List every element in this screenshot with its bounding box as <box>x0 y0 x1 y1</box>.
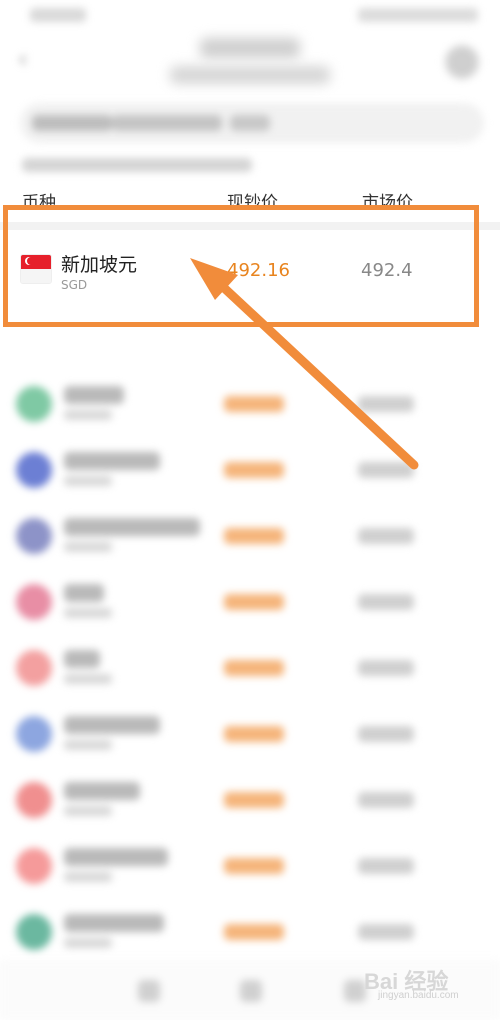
flag-icon <box>16 650 52 686</box>
market-price-value <box>358 528 414 544</box>
currency-name <box>64 386 124 404</box>
market-price-value <box>358 660 414 676</box>
info-line <box>22 158 252 172</box>
market-price-value <box>358 726 414 742</box>
currency-code <box>64 542 112 552</box>
baidu-watermark: Bai 经验 jingyan.baidu.com <box>364 964 484 1004</box>
currency-code <box>64 410 112 420</box>
cash-price-value <box>224 462 284 478</box>
cash-price-value <box>224 924 284 940</box>
cash-price-value <box>224 396 284 412</box>
currency-code <box>64 938 112 948</box>
currency-row[interactable] <box>0 900 500 966</box>
nav-title <box>200 38 300 58</box>
cash-price-value <box>224 726 284 742</box>
market-price-value <box>358 396 414 412</box>
tab-icon[interactable] <box>344 980 366 1002</box>
market-price-value <box>358 462 414 478</box>
status-bar <box>0 0 500 34</box>
nav-bar: ‹ <box>0 30 500 100</box>
cash-price-value <box>224 858 284 874</box>
currency-row[interactable] <box>0 372 500 438</box>
avatar-icon[interactable] <box>444 44 480 80</box>
currency-row[interactable] <box>0 438 500 504</box>
nav-subtitle <box>170 66 330 84</box>
status-indicators <box>358 8 478 22</box>
flag-icon <box>16 386 52 422</box>
flag-icon <box>16 914 52 950</box>
currency-name <box>64 848 168 866</box>
tab-icon[interactable] <box>138 980 160 1002</box>
tab-icon[interactable] <box>240 980 262 1002</box>
flag-icon <box>16 848 52 884</box>
cash-price-value <box>224 528 284 544</box>
search-text <box>230 115 270 131</box>
currency-row[interactable] <box>0 504 500 570</box>
search-text <box>112 115 222 131</box>
search-bar[interactable] <box>20 103 484 143</box>
currency-name <box>64 914 164 932</box>
currency-name <box>64 518 200 536</box>
currency-name <box>64 716 160 734</box>
currency-name <box>64 650 100 668</box>
back-arrow-icon[interactable]: ‹ <box>18 46 36 72</box>
search-text <box>32 115 112 131</box>
flag-icon <box>16 452 52 488</box>
currency-name <box>64 584 104 602</box>
market-price-value <box>358 792 414 808</box>
currency-name <box>64 452 160 470</box>
market-price-value <box>358 594 414 610</box>
currency-code <box>64 674 112 684</box>
currency-row[interactable] <box>0 702 500 768</box>
cash-price-value <box>224 792 284 808</box>
status-time <box>30 8 86 22</box>
currency-code <box>64 806 112 816</box>
flag-icon <box>16 518 52 554</box>
currency-code <box>64 872 112 882</box>
currency-row[interactable] <box>0 834 500 900</box>
flag-icon <box>16 782 52 818</box>
currency-row[interactable] <box>0 570 500 636</box>
currency-row[interactable] <box>0 768 500 834</box>
flag-icon <box>16 716 52 752</box>
cash-price-value <box>224 660 284 676</box>
currency-name <box>64 782 140 800</box>
currency-row[interactable] <box>0 636 500 702</box>
market-price-value <box>358 858 414 874</box>
watermark-url: jingyan.baidu.com <box>378 990 459 1001</box>
cash-price-value <box>224 594 284 610</box>
currency-code <box>64 608 112 618</box>
currency-code <box>64 476 112 486</box>
currency-code <box>64 740 112 750</box>
market-price-value <box>358 924 414 940</box>
flag-icon <box>16 584 52 620</box>
highlight-annotation-box <box>3 205 479 327</box>
